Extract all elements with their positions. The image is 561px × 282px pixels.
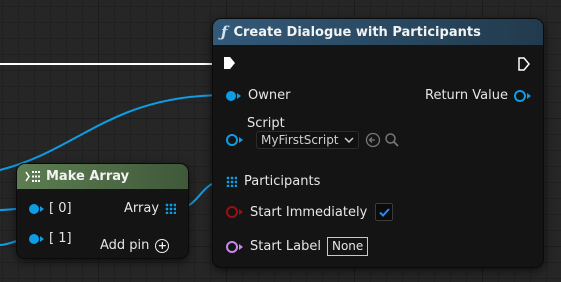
return-value-pin-icon <box>514 89 531 102</box>
start-immediately-checkbox[interactable] <box>375 203 394 221</box>
add-icon: + <box>155 238 170 253</box>
exec-in-pin[interactable] <box>224 57 235 69</box>
script-pin-label-row: Script <box>226 116 285 131</box>
array-out-pin[interactable]: Array <box>124 201 177 216</box>
function-icon: ƒ <box>221 23 228 41</box>
chevron-down-icon <box>343 137 354 144</box>
make-array-node[interactable]: Make Array [ 0] Array [ 1] Add pin + <box>17 164 188 258</box>
start-immediately-pin-icon <box>226 206 243 218</box>
owner-pin-icon <box>226 90 241 101</box>
start-label-pin-icon <box>226 240 243 253</box>
owner-wire[interactable] <box>0 94 227 171</box>
array-out-label: Array <box>124 201 160 216</box>
add-pin-button[interactable]: Add pin + <box>100 238 170 253</box>
create-dialogue-node[interactable]: ƒ Create Dialogue with Participants Owne… <box>213 19 543 267</box>
script-label: Script <box>247 116 285 131</box>
return-value-pin[interactable]: Return Value <box>425 88 531 103</box>
script-value: MyFirstScript <box>261 133 339 147</box>
script-pin-icon <box>226 134 243 146</box>
node-title: Make Array <box>46 169 130 184</box>
item1-pin[interactable]: [ 1] <box>29 231 72 246</box>
exec-in-icon <box>224 57 235 69</box>
start-immediately-pin[interactable]: Start Immediately <box>226 203 394 221</box>
start-label-label: Start Label <box>250 239 321 254</box>
make-array-icon <box>25 171 40 182</box>
exec-out-icon <box>518 57 530 71</box>
item1-label: [ 1] <box>49 231 72 246</box>
add-pin-label: Add pin <box>100 238 150 253</box>
owner-label: Owner <box>248 88 291 103</box>
start-label-pin[interactable]: Start Label None <box>226 237 369 256</box>
create-dialogue-header[interactable]: ƒ Create Dialogue with Participants <box>213 19 543 45</box>
participants-array-icon <box>226 176 237 187</box>
array-out-icon <box>165 203 177 214</box>
return-value-label: Return Value <box>425 88 508 103</box>
item0-pin-icon <box>29 203 44 214</box>
item1-pin-icon <box>29 233 44 244</box>
script-dropdown[interactable]: MyFirstScript <box>256 131 359 149</box>
use-selected-icon[interactable] <box>365 132 381 148</box>
browse-search-icon[interactable] <box>384 132 400 148</box>
participants-label: Participants <box>244 174 321 189</box>
item0-pin[interactable]: [ 0] <box>29 201 72 216</box>
script-pin[interactable]: MyFirstScript <box>226 131 400 149</box>
item0-label: [ 0] <box>49 201 72 216</box>
owner-pin[interactable]: Owner <box>226 88 290 103</box>
checkmark-icon <box>379 207 390 217</box>
start-label-input[interactable]: None <box>326 237 369 256</box>
make-array-header[interactable]: Make Array <box>17 164 188 189</box>
start-immediately-label: Start Immediately <box>250 204 368 220</box>
participants-pin[interactable]: Participants <box>226 174 320 189</box>
exec-out-pin[interactable] <box>518 57 530 71</box>
node-title: Create Dialogue with Participants <box>233 24 481 40</box>
